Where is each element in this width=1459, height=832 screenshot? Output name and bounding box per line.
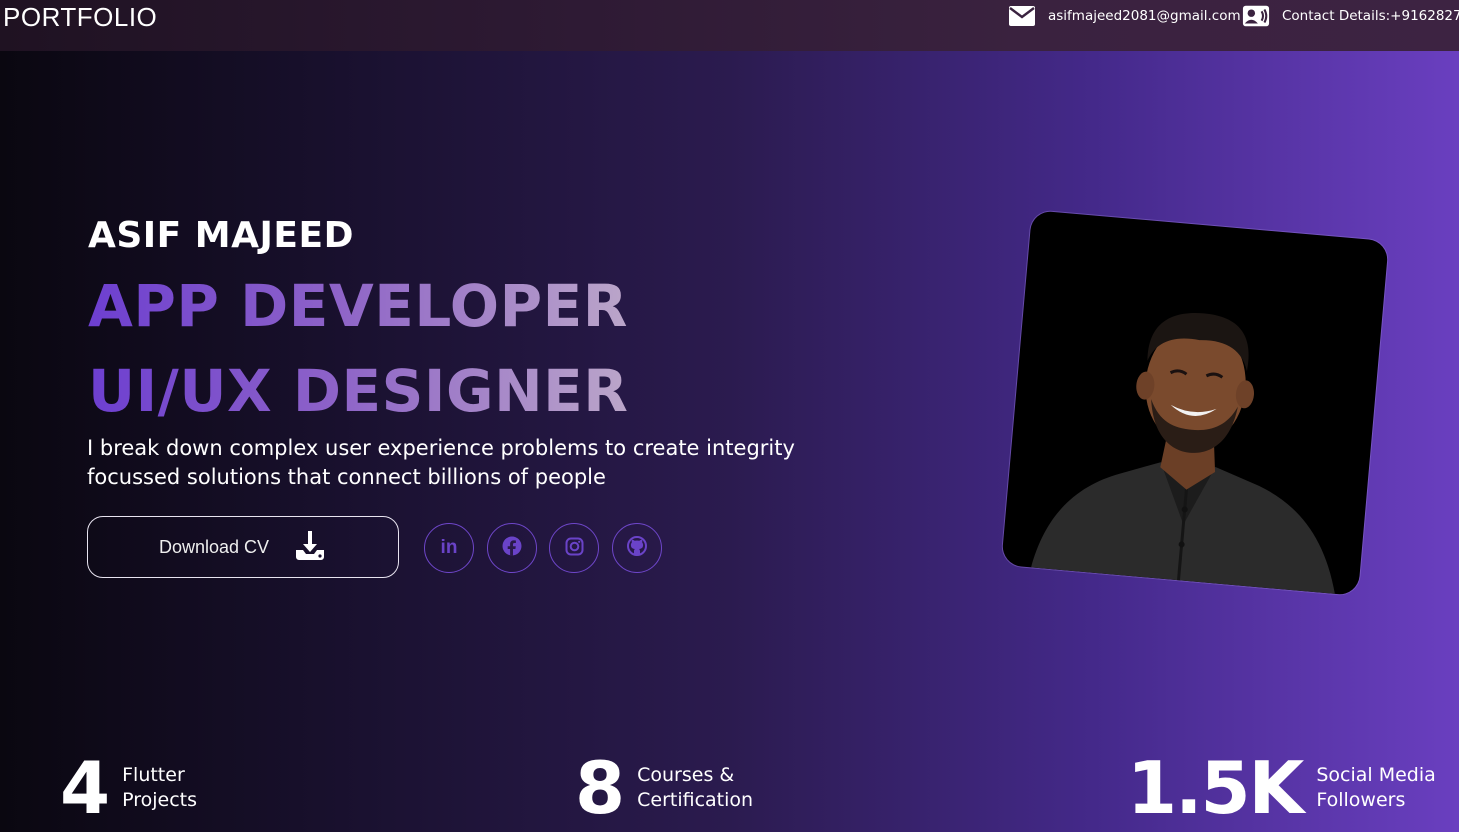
person-silhouette xyxy=(1031,313,1335,594)
stat-social-followers: 1.5K Social Media Followers xyxy=(1127,752,1436,824)
download-icon xyxy=(293,528,327,567)
stat-label: Flutter Projects xyxy=(122,763,197,813)
stat-label-line1: Flutter xyxy=(122,764,185,786)
top-bar: PORTFOLIO asifmajeed2081@gmail.com Conta… xyxy=(0,0,1459,51)
download-cv-button[interactable]: Download CV xyxy=(87,516,399,578)
stat-label-line1: Courses & xyxy=(637,764,735,786)
stat-flutter-projects: 4 Flutter Projects xyxy=(60,752,197,824)
linkedin-icon: in xyxy=(440,537,458,558)
phone-text: Contact Details:+916282767 xyxy=(1282,8,1459,24)
role-app-developer: APP DEVELOPER xyxy=(88,272,628,340)
email-contact[interactable]: asifmajeed2081@gmail.com xyxy=(1008,4,1241,28)
stat-label: Courses & Certification xyxy=(637,763,753,813)
profile-photo xyxy=(1001,210,1389,596)
stat-label-line2: Projects xyxy=(122,789,198,811)
download-cv-label: Download CV xyxy=(158,536,270,557)
linkedin-button[interactable]: in xyxy=(424,523,474,573)
person-name: ASIF MAJEED xyxy=(88,215,354,256)
stat-label-line2: Certification xyxy=(637,789,754,811)
email-text: asifmajeed2081@gmail.com xyxy=(1048,8,1241,24)
stat-value: 1.5K xyxy=(1127,746,1304,830)
facebook-icon xyxy=(502,536,522,560)
hero-description: I break down complex user experience pro… xyxy=(87,436,795,489)
stat-label-line2: Followers xyxy=(1316,789,1406,811)
facebook-button[interactable] xyxy=(487,523,537,573)
stat-label: Social Media Followers xyxy=(1316,763,1435,813)
stat-courses: 8 Courses & Certification xyxy=(575,752,753,824)
stat-label-line1: Social Media xyxy=(1316,764,1436,786)
github-icon xyxy=(627,536,647,560)
role-uiux-designer: UI/UX DESIGNER xyxy=(88,357,629,425)
stat-value: 4 xyxy=(60,746,110,830)
contact-card-icon xyxy=(1242,4,1270,28)
github-button[interactable] xyxy=(612,523,662,573)
phone-contact[interactable]: Contact Details:+916282767 xyxy=(1242,4,1459,28)
instagram-button[interactable] xyxy=(549,523,599,573)
stat-value: 8 xyxy=(575,746,625,830)
brand-logo[interactable]: PORTFOLIO xyxy=(3,2,157,33)
instagram-icon xyxy=(565,537,584,560)
mail-icon xyxy=(1008,4,1036,28)
